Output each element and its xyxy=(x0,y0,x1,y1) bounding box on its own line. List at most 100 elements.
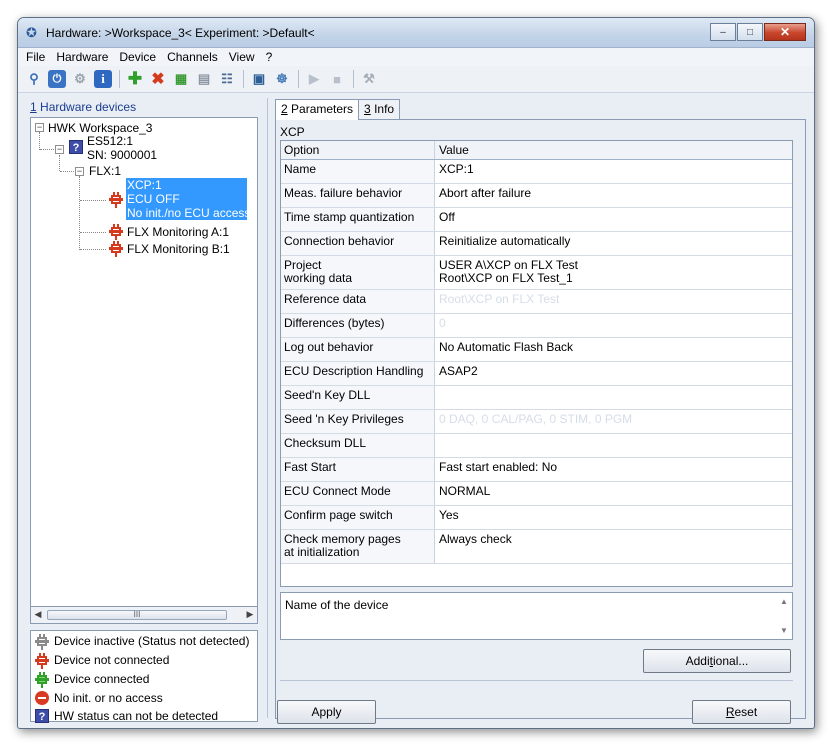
option-cell: Project working data xyxy=(281,256,435,289)
value-cell[interactable]: Off xyxy=(436,208,792,231)
value-cell[interactable]: No Automatic Flash Back xyxy=(436,338,792,361)
table-row[interactable]: Meas. failure behavior Abort after failur… xyxy=(281,184,792,208)
table-row[interactable]: Time stamp quantization Off xyxy=(281,208,792,232)
tree-line xyxy=(80,200,106,201)
tree-flx[interactable]: FLX:1 xyxy=(89,164,121,178)
tree-line xyxy=(80,249,106,250)
status-legend: Device inactive (Status not detected) De… xyxy=(30,630,258,723)
table-row[interactable]: Reference data Root\XCP on FLX Test xyxy=(281,290,792,314)
scroll-right-icon[interactable]: ▶ xyxy=(244,609,256,620)
monitor-icon[interactable]: ▣ xyxy=(250,70,268,88)
value-cell[interactable]: Abort after failure xyxy=(436,184,792,207)
description-scrollbar[interactable]: ▲ ▼ xyxy=(778,595,790,637)
hardware-devices-header: 1 Hardware devices xyxy=(30,100,137,114)
value-cell[interactable]: NORMAL xyxy=(436,482,792,505)
option-cell: Seed 'n Key Privileges xyxy=(281,410,435,433)
table-row[interactable]: ECU Description Handling ASAP2 xyxy=(281,362,792,386)
value-cell[interactable]: Root\XCP on FLX Test xyxy=(436,290,792,313)
value-cell[interactable]: USER A\XCP on FLX Test Root\XCP on FLX T… xyxy=(436,256,792,289)
network-icon[interactable]: ☷ xyxy=(218,70,236,88)
table-row[interactable]: Differences (bytes) 0 xyxy=(281,314,792,338)
tree-es512[interactable]: ES512:1 SN: 9000001 xyxy=(87,134,157,162)
apply-button[interactable]: Apply xyxy=(277,700,376,724)
menu-channels[interactable]: Channels xyxy=(167,50,218,64)
tab-info[interactable]: 3 Info xyxy=(358,99,401,119)
scroll-up-icon[interactable]: ▲ xyxy=(780,597,788,606)
settings-icon[interactable]: ☸ xyxy=(273,70,291,88)
menu-bar: File Hardware Device Channels View ? xyxy=(18,48,814,66)
tree-workspace[interactable]: HWK Workspace_3 xyxy=(48,121,152,135)
close-button[interactable]: ✕ xyxy=(764,23,806,41)
table-row[interactable]: Checksum DLL xyxy=(281,434,792,458)
plug-icon[interactable]: ⚙ xyxy=(71,70,89,88)
additional-button[interactable]: Additional... xyxy=(643,649,791,673)
menu-device[interactable]: Device xyxy=(119,50,156,64)
table-row[interactable]: Seed 'n Key Privileges 0 DAQ, 0 CAL/PAG, … xyxy=(281,410,792,434)
table-row[interactable]: Connection behavior Reinitialize automati… xyxy=(281,232,792,256)
es512-serial: SN: 9000001 xyxy=(87,148,158,162)
table-row[interactable]: Seed'n Key DLL xyxy=(281,386,792,410)
value-cell[interactable]: 0 DAQ, 0 CAL/PAG, 0 STIM, 0 PGM xyxy=(436,410,792,433)
table-row[interactable]: Check memory pages at initialization Alwa… xyxy=(281,530,792,564)
maximize-button[interactable]: □ xyxy=(737,23,763,41)
tree-monitoring-a[interactable]: FLX Monitoring A:1 xyxy=(127,225,229,239)
xcp-access-state: No init./no ECU access xyxy=(127,206,251,220)
add-icon[interactable]: ✚ xyxy=(126,69,144,88)
scroll-thumb[interactable]: III xyxy=(47,610,227,620)
value-cell[interactable]: XCP:1 xyxy=(436,160,792,183)
value-cell[interactable]: Always check xyxy=(436,530,792,563)
menu-hardware[interactable]: Hardware xyxy=(56,50,108,64)
title-bar[interactable]: ✪ Hardware: >Workspace_3< Experiment: >D… xyxy=(18,18,814,48)
menu-view[interactable]: View xyxy=(229,50,255,64)
expand-toggle[interactable]: − xyxy=(55,145,64,154)
option-cell: Fast Start xyxy=(281,458,435,481)
es512-name: ES512:1 xyxy=(87,134,134,148)
device-not-connected-icon xyxy=(109,224,123,240)
play-icon[interactable]: ▶ xyxy=(305,70,323,88)
xcp-ecu-state: ECU OFF xyxy=(127,192,180,206)
tree-horizontal-scrollbar[interactable]: ◀ III ▶ xyxy=(30,607,258,624)
module-icon[interactable]: ▦ xyxy=(172,70,190,88)
table-row[interactable]: ECU Connect Mode NORMAL xyxy=(281,482,792,506)
scroll-left-icon[interactable]: ◀ xyxy=(32,609,44,620)
value-cell[interactable]: ASAP2 xyxy=(436,362,792,385)
value-cell[interactable]: Yes xyxy=(436,506,792,529)
tab-parameters[interactable]: 2 Parameters xyxy=(275,99,360,120)
section-title: XCP xyxy=(280,125,305,139)
device-inactive-icon xyxy=(35,634,49,650)
option-cell: ECU Description Handling xyxy=(281,362,435,385)
power-icon[interactable]: ⏻ xyxy=(48,70,66,88)
expand-toggle[interactable]: − xyxy=(35,123,44,132)
value-cell[interactable] xyxy=(436,386,792,409)
tools-icon[interactable]: ⚒ xyxy=(360,70,378,88)
tree-monitoring-b[interactable]: FLX Monitoring B:1 xyxy=(127,242,230,256)
table-row[interactable]: Name XCP:1 xyxy=(281,160,792,184)
option-cell: Check memory pages at initialization xyxy=(281,530,435,563)
table-row[interactable]: Log out behavior No Automatic Flash Back xyxy=(281,338,792,362)
table-row[interactable]: Confirm page switch Yes xyxy=(281,506,792,530)
table-row[interactable]: Project working data USER A\XCP on FLX Te… xyxy=(281,256,792,290)
column-header-option[interactable]: Option xyxy=(281,141,435,159)
value-cell[interactable]: Reinitialize automatically xyxy=(436,232,792,255)
search-icon[interactable]: ⚲ xyxy=(25,70,43,88)
scroll-down-icon[interactable]: ▼ xyxy=(780,626,788,635)
info-icon[interactable]: i xyxy=(94,70,112,88)
parameters-grid: Option Value Name XCP:1 Meas. failure beha… xyxy=(280,140,793,587)
reset-button[interactable]: Reset xyxy=(692,700,791,724)
value-cell[interactable]: 0 xyxy=(436,314,792,337)
column-header-value[interactable]: Value xyxy=(436,141,792,159)
tree-xcp[interactable]: XCP:1 ECU OFF No init./no ECU access xyxy=(126,178,251,220)
expand-toggle[interactable]: − xyxy=(75,167,84,176)
menu-help[interactable]: ? xyxy=(266,50,273,64)
value-cell[interactable]: Fast start enabled: No xyxy=(436,458,792,481)
panel-splitter[interactable] xyxy=(267,98,271,718)
toolbar-separator xyxy=(119,70,120,88)
stop-icon[interactable]: ■ xyxy=(328,70,346,88)
device-tree[interactable]: − HWK Workspace_3 − ? ES512:1 SN: 900000… xyxy=(30,117,258,607)
minimize-button[interactable]: ‒ xyxy=(710,23,736,41)
value-cell[interactable] xyxy=(436,434,792,457)
delete-icon[interactable]: ✖ xyxy=(149,70,167,88)
device-icon[interactable]: ▤ xyxy=(195,70,213,88)
table-row[interactable]: Fast Start Fast start enabled: No xyxy=(281,458,792,482)
menu-file[interactable]: File xyxy=(26,50,45,64)
